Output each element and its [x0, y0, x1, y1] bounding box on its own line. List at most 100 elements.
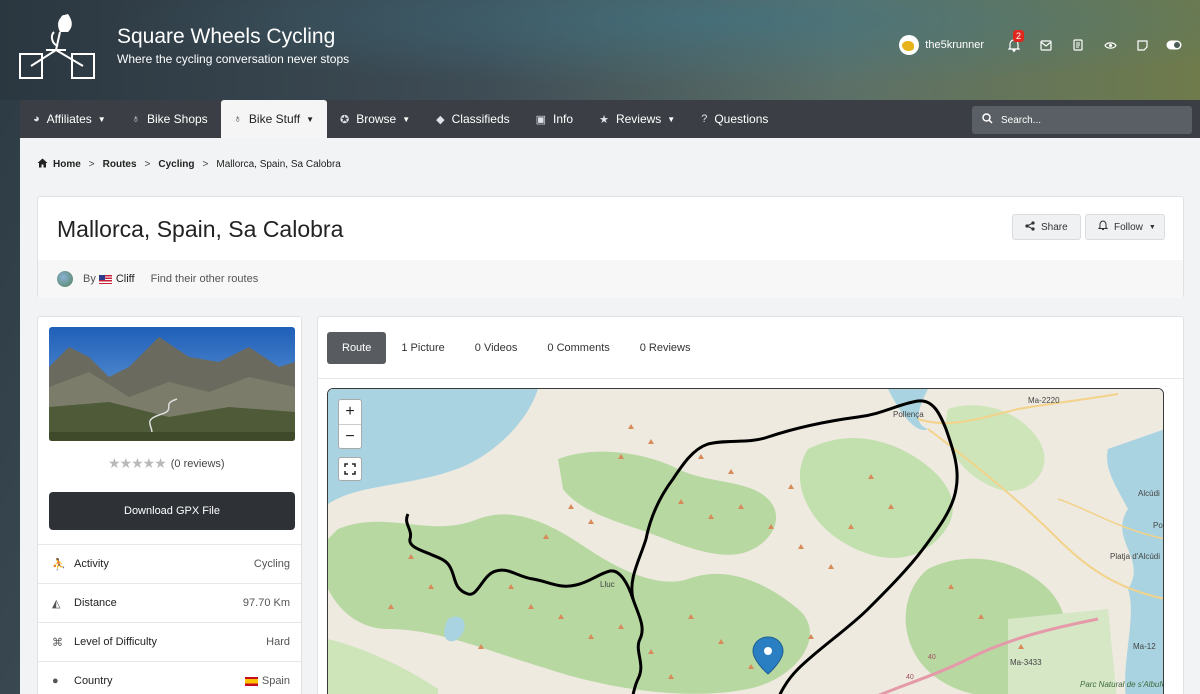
main-navigation: ◕ Affiliates ▼ ♁ Bike Shops ♁ Bike Stuff ▼ ✪ Brow… [20, 100, 1200, 138]
by-label: By [83, 273, 96, 285]
breadcrumb-home[interactable]: Home [53, 159, 81, 170]
style-toggle-icon[interactable] [1158, 40, 1190, 50]
bookmarks-icon[interactable] [1062, 39, 1094, 51]
user-name[interactable]: the5krunner [925, 39, 984, 51]
inbox-icon[interactable] [1030, 39, 1062, 51]
chevron-right-icon: > [88, 159, 95, 170]
nav-item-classifieds[interactable]: ◆ Classifieds [423, 100, 523, 138]
nav-item-reviews[interactable]: ★ Reviews ▼ [586, 100, 688, 138]
map-label-lluc: Lluc [600, 580, 615, 589]
map-label-pollenca: Pollença [893, 410, 924, 419]
spec-country: ● Country Spain [38, 661, 301, 694]
zoom-out-button[interactable]: − [339, 424, 361, 448]
other-routes-link[interactable]: Find their other routes [151, 273, 259, 285]
bicycle-icon: ♁ [233, 113, 242, 125]
author-name[interactable]: Cliff [116, 273, 135, 285]
tab-videos[interactable]: 0 Videos [460, 332, 533, 364]
content-tabs: Route 1 Picture 0 Videos 0 Comments 0 Re… [318, 317, 1183, 379]
chevron-down-icon: ▼ [402, 114, 411, 124]
share-label: Share [1041, 221, 1068, 233]
bell-icon [1097, 220, 1109, 234]
map-label-ma12: Ma-12 [1133, 642, 1156, 651]
caret-down-icon: ▼ [1148, 223, 1156, 231]
nav-item-label: Bike Stuff [248, 112, 301, 126]
whats-new-icon[interactable] [1126, 39, 1158, 51]
compass-icon: ✪ [339, 113, 350, 126]
nav-item-info[interactable]: ▣ Info [523, 100, 586, 138]
nav-item-label: Reviews [615, 112, 662, 126]
author-avatar[interactable] [57, 271, 73, 287]
follow-button[interactable]: Follow ▼ [1085, 214, 1165, 240]
map-label-ma2220: Ma-2220 [1028, 396, 1060, 405]
download-gpx-button[interactable]: Download GPX File [49, 492, 295, 530]
site-logo[interactable] [16, 10, 100, 84]
map-label-alcudia: Alcúdi [1138, 489, 1160, 498]
chevron-down-icon: ▼ [97, 114, 106, 124]
breadcrumb-cycling[interactable]: Cycling [158, 159, 194, 170]
search-box[interactable]: Search... [972, 106, 1192, 134]
rating: ★★★★★ (0 reviews) [108, 455, 225, 472]
nav-item-label: Browse [356, 112, 397, 126]
star-rating-icon[interactable]: ★★★★★ [108, 455, 167, 472]
search-placeholder: Search... [1001, 114, 1042, 126]
breadcrumb-current[interactable]: Mallorca, Spain, Sa Calobra [216, 159, 341, 170]
spec-value: Hard [266, 636, 290, 648]
info-icon: ▣ [535, 113, 547, 126]
share-button[interactable]: Share [1012, 214, 1081, 240]
chevron-right-icon: > [144, 159, 151, 170]
bicycle-icon: ♁ [131, 113, 140, 125]
nav-item-label: Info [553, 112, 574, 126]
road-icon: ◭ [52, 597, 61, 610]
route-map[interactable]: Pollença Ma-2220 Alcúdi Po Platja d'Alcú… [327, 388, 1164, 694]
tab-reviews[interactable]: 0 Reviews [625, 332, 706, 364]
difficulty-icon: ⌘ [52, 636, 63, 649]
route-header-card: Mallorca, Spain, Sa Calobra Share Follow… [37, 196, 1184, 298]
site-header: Square Wheels Cycling Where the cycling … [0, 0, 1200, 100]
search-icon [982, 113, 993, 127]
user-toolbar: the5krunner 2 [899, 29, 1190, 57]
share-icon [1025, 220, 1035, 234]
star-icon: ★ [599, 113, 609, 126]
route-photo[interactable] [49, 327, 295, 441]
activity-icon: ⛹ [52, 558, 66, 571]
zoom-in-button[interactable]: + [339, 400, 361, 424]
spec-value: Cycling [253, 558, 290, 570]
route-specs: ⛹ Activity Cycling ◭ Distance 97.70 Km ⌘… [38, 544, 301, 694]
breadcrumb: Home > Routes > Cycling > Mallorca, Spai… [37, 158, 341, 171]
map-label-platja: Platja d'Alcúdi [1110, 552, 1160, 561]
map-label-albufera: Parc Natural de s'Albufera [1080, 680, 1164, 689]
tab-pictures[interactable]: 1 Picture [386, 332, 459, 364]
question-icon: ? [701, 113, 708, 125]
alerts-bell-icon[interactable]: 2 [998, 29, 1030, 52]
nav-item-browse[interactable]: ✪ Browse ▼ [327, 100, 423, 138]
map-label-po: Po [1153, 521, 1163, 530]
location-icon: ● [52, 675, 59, 687]
nav-item-questions[interactable]: ? Questions [688, 100, 781, 138]
route-content: Route 1 Picture 0 Videos 0 Comments 0 Re… [317, 316, 1184, 694]
site-title[interactable]: Square Wheels Cycling [117, 25, 335, 49]
nav-item-label: Classifieds [451, 112, 510, 126]
user-avatar[interactable] [899, 35, 920, 55]
spec-label: Distance [74, 597, 117, 609]
spec-label: Country [74, 675, 113, 687]
nav-item-label: Questions [714, 112, 769, 126]
spec-value: 97.70 Km [242, 597, 290, 609]
spec-activity: ⛹ Activity Cycling [38, 544, 301, 583]
nav-item-affiliates[interactable]: ◕ Affiliates ▼ [20, 100, 119, 138]
tab-route[interactable]: Route [327, 331, 387, 364]
spec-distance: ◭ Distance 97.70 Km [38, 583, 301, 622]
fullscreen-icon[interactable] [338, 457, 362, 481]
map-canvas[interactable]: Pollença Ma-2220 Alcúdi Po Platja d'Alcú… [328, 389, 1164, 694]
tab-comments[interactable]: 0 Comments [532, 332, 624, 364]
watched-eye-icon[interactable] [1094, 41, 1126, 50]
home-icon[interactable] [37, 158, 48, 171]
chevron-down-icon: ▼ [667, 114, 676, 124]
map-label-40a: 40 [928, 654, 936, 661]
spec-label: Activity [74, 558, 109, 570]
map-label-ma3433: Ma-3433 [1010, 658, 1042, 667]
follow-label: Follow [1114, 221, 1143, 233]
spec-difficulty: ⌘ Level of Difficulty Hard [38, 622, 301, 661]
breadcrumb-routes[interactable]: Routes [103, 159, 137, 170]
nav-item-bike-shops[interactable]: ♁ Bike Shops [119, 100, 221, 138]
nav-item-bike-stuff[interactable]: ♁ Bike Stuff ▼ [220, 100, 327, 138]
